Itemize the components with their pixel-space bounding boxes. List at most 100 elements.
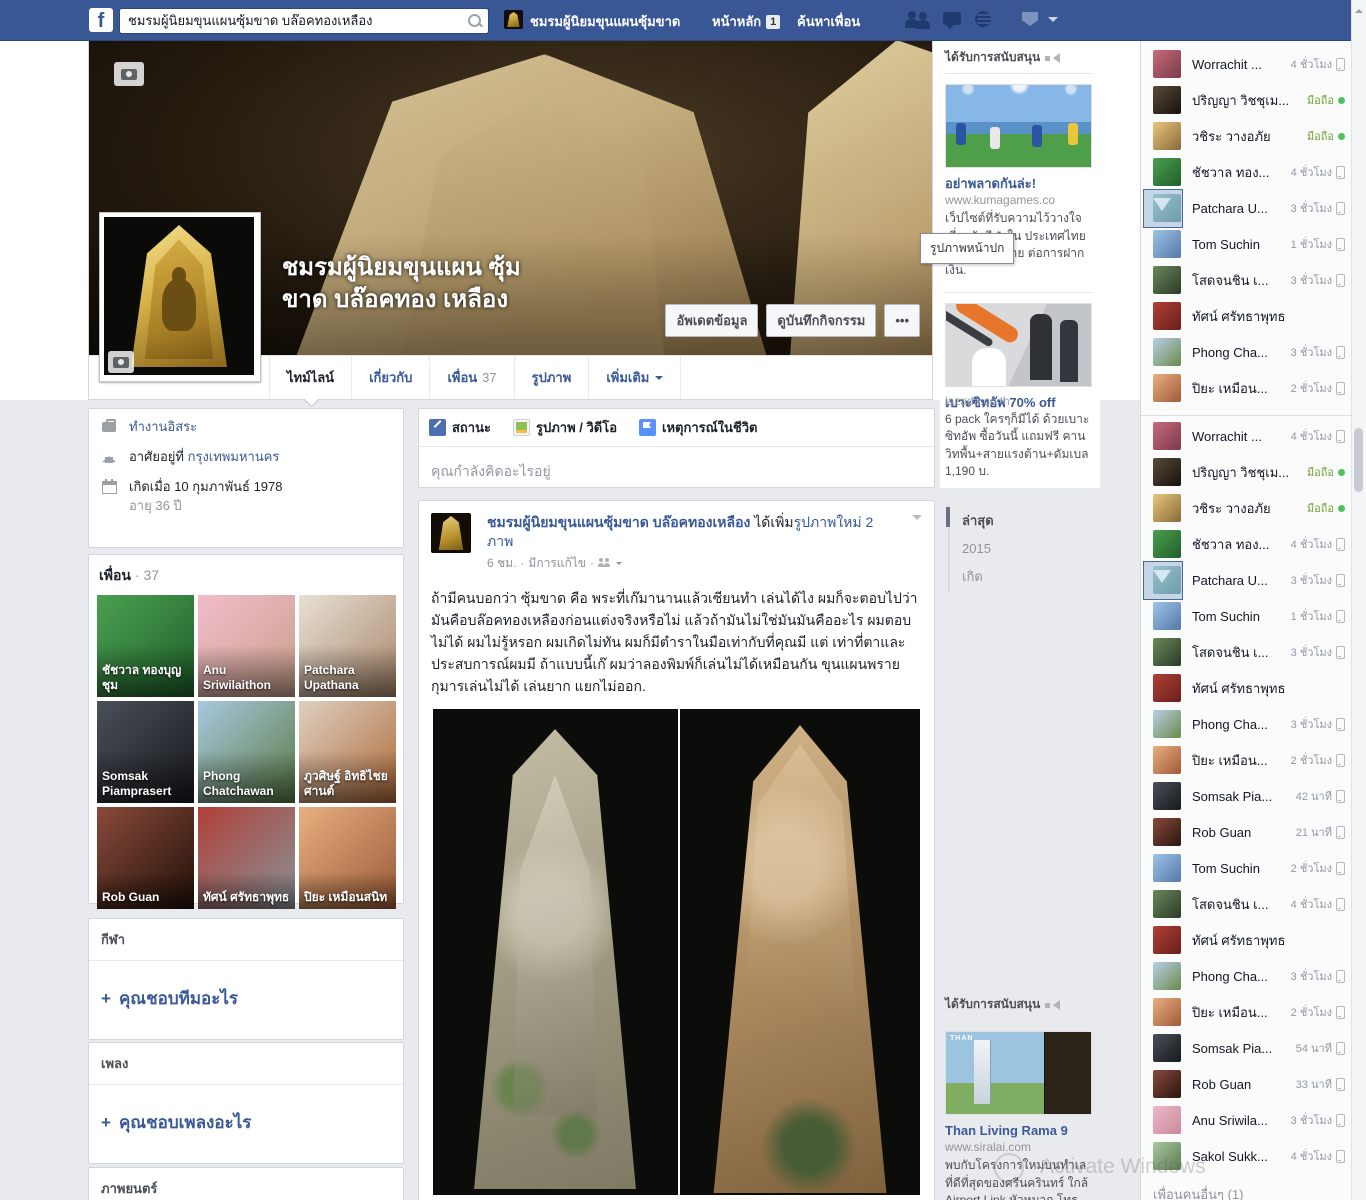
chat-row[interactable]: Tom Suchin1 ชั่วโมง — [1141, 226, 1353, 262]
friend-tile[interactable]: ปิยะ เหมือนสนิท — [299, 807, 396, 909]
avatar — [1153, 746, 1181, 774]
tab-ไทม์ไลน์[interactable]: ไทม์ไลน์ — [269, 356, 352, 399]
chat-row[interactable]: ชัชวาล ทอง...4 ชั่วโมง — [1141, 154, 1353, 190]
chat-row[interactable]: ปิยะ เหมือน...2 ชั่วโมง — [1141, 370, 1353, 406]
ad-image-condo[interactable]: THAN — [945, 1031, 1092, 1115]
status-input[interactable]: คุณกำลังคิดอะไรอยู่ — [419, 447, 934, 497]
friend-name: Somsak Piamprasert — [97, 751, 194, 803]
friend-tile[interactable]: Somsak Piamprasert — [97, 701, 194, 803]
settings-caret-icon[interactable] — [1048, 17, 1058, 27]
composer-tab-pencil[interactable]: สถานะ — [429, 417, 491, 438]
tab-รูปภาพ[interactable]: รูปภาพ — [515, 356, 590, 399]
mobile-phone-icon — [1336, 166, 1345, 179]
post-photo-2[interactable] — [680, 709, 920, 1195]
composer-tab-photo[interactable]: รูปภาพ / วิดีโอ — [513, 417, 617, 438]
find-friends-link[interactable]: ค้นหาเพื่อน — [797, 11, 860, 32]
friend-tile[interactable]: ภูวศิษฐ์ อิทธิไชยศานต์ — [299, 701, 396, 803]
chat-row[interactable]: โสดจนชิน เ...3 ชั่วโมง — [1141, 634, 1353, 670]
chat-row[interactable]: Tom Suchin2 ชั่วโมง — [1141, 850, 1353, 886]
intro-row: ทำงานอิสระ — [101, 419, 391, 436]
ad-lazada[interactable]: เบาะซิทอัพ 70% off lazada.co.th 6 pack ใ… — [945, 303, 1093, 481]
chat-row[interactable]: โสดจนชิน เ...3 ชั่วโมง — [1141, 262, 1353, 298]
add-music-link[interactable]: +คุณชอบเพลงอะไร — [89, 1085, 403, 1160]
chat-row[interactable]: Tom Suchin1 ชั่วโมง — [1141, 598, 1353, 634]
chat-row[interactable]: Rob Guan21 นาที — [1141, 814, 1353, 850]
timeline-nav-2015[interactable]: 2015 — [950, 536, 1070, 561]
home-link[interactable]: หน้าหลัก1 — [712, 11, 780, 32]
ad-title-link[interactable]: Than Living Rama 9 — [945, 1123, 1095, 1139]
chat-row[interactable]: Phong Cha...3 ชั่วโมง — [1141, 334, 1353, 370]
chat-row[interactable]: ปิยะ เหมือน...2 ชั่วโมง — [1141, 994, 1353, 1030]
tab-เพิ่มเติม[interactable]: เพิ่มเติม — [589, 356, 681, 399]
composer-tab-flag[interactable]: เหตุการณ์ในชีวิต — [639, 417, 757, 438]
tab-เกี่ยวกับ[interactable]: เกี่ยวกับ — [352, 356, 430, 399]
profile-picture[interactable] — [99, 212, 261, 382]
profile-shortcut-avatar[interactable] — [504, 10, 523, 29]
post-page-name-link[interactable]: ชมรมผู้นิยมขุนแผนซุ้มขาด บล๊อคทองเหลือง — [487, 514, 750, 530]
friend-requests-icon[interactable] — [905, 9, 933, 31]
notifications-globe-icon[interactable] — [973, 9, 1001, 31]
privacy-shortcuts-icon[interactable] — [1022, 12, 1038, 26]
chat-row[interactable]: ปริญญา วิชชุเม...มือถือ — [1141, 454, 1353, 490]
chat-row[interactable]: Phong Cha...3 ชั่วโมง — [1141, 958, 1353, 994]
chat-row[interactable]: Patchara U...3 ชั่วโมง — [1141, 190, 1353, 226]
last-active-time: 3 ชั่วโมง — [1291, 1111, 1345, 1129]
search-box[interactable] — [119, 8, 489, 34]
chat-row[interactable]: ทัศน์ ศรัทธาพุทธ — [1141, 298, 1353, 334]
friend-tile[interactable]: ชัชวาล ทองบุญชุม — [97, 595, 194, 697]
scrollbar-up-arrow-icon[interactable] — [1355, 5, 1363, 13]
intro-link[interactable]: กรุงเทพมหานคร — [188, 449, 280, 464]
ad-than-living[interactable]: THAN Than Living Rama 9 www.siralai.com … — [945, 1031, 1095, 1200]
chat-row[interactable]: วชิระ วางอภัยมือถือ — [1141, 118, 1353, 154]
friend-tile[interactable]: Rob Guan — [97, 807, 194, 909]
window-scrollbar[interactable] — [1351, 0, 1366, 1200]
post-photo-1[interactable] — [433, 709, 678, 1195]
post-menu-chevron-icon[interactable] — [912, 515, 922, 525]
intro-link[interactable]: ทำงานอิสระ — [129, 419, 197, 434]
chat-row[interactable]: ทัศน์ ศรัทธาพุทธ — [1141, 922, 1353, 958]
ad-image-football[interactable] — [945, 84, 1092, 168]
chat-row[interactable]: ทัศน์ ศรัทธาพุทธ — [1141, 670, 1353, 706]
chat-row[interactable]: ชัชวาล ทอง...4 ชั่วโมง — [1141, 526, 1353, 562]
search-icon[interactable] — [468, 14, 481, 27]
tab-เพื่อน[interactable]: เพื่อน37 — [430, 356, 514, 399]
profile-camera-icon[interactable] — [108, 351, 134, 373]
ad-image-fitness[interactable] — [945, 303, 1092, 387]
timeline-nav-เกิด[interactable]: เกิด — [950, 561, 1070, 592]
post-timestamp-link[interactable]: 6 ชม. — [487, 554, 516, 573]
audience-friends-icon[interactable] — [598, 558, 612, 568]
audience-caret-icon[interactable] — [616, 562, 622, 568]
post-avatar[interactable] — [431, 513, 471, 553]
profile-shortcut-link[interactable]: ชมรมผู้นิยมขุนแผนซุ้มขาด — [530, 11, 680, 32]
friend-tile[interactable]: ทัศน์ ศรัทธาพุทธ — [198, 807, 295, 909]
chat-row[interactable]: Somsak Pia...54 นาที — [1141, 1030, 1353, 1066]
chat-row[interactable]: Rob Guan33 นาที — [1141, 1066, 1353, 1102]
more-options-button[interactable]: ••• — [884, 304, 920, 337]
chat-row[interactable]: Worrachit ...4 ชั่วโมง — [1141, 46, 1353, 82]
meta-separator: · — [590, 556, 594, 570]
activity-log-button[interactable]: ดูบันทึกกิจกรรม — [766, 304, 876, 337]
timeline-nav-ล่าสุด[interactable]: ล่าสุด — [950, 505, 1070, 536]
chat-row[interactable]: Sakol Sukk...4 ชั่วโมง — [1141, 1138, 1353, 1174]
cover-camera-icon[interactable] — [114, 62, 144, 86]
add-sports-team-link[interactable]: +คุณชอบทีมอะไร — [89, 961, 403, 1036]
friend-tile[interactable]: Patchara Upathana — [299, 595, 396, 697]
chat-row[interactable]: วชิระ วางอภัยมือถือ — [1141, 490, 1353, 526]
friend-tile[interactable]: Anu Sriwilaithon — [198, 595, 295, 697]
ad-title-link[interactable]: อย่าพลาดกันล่ะ! — [945, 176, 1093, 192]
chat-row[interactable]: Anu Sriwila...3 ชั่วโมง — [1141, 1102, 1353, 1138]
chat-row[interactable]: Somsak Pia...42 นาที — [1141, 778, 1353, 814]
search-input[interactable] — [120, 9, 458, 31]
scrollbar-thumb[interactable] — [1354, 428, 1363, 492]
chat-row[interactable]: ปริญญา วิชชุเม...มือถือ — [1141, 82, 1353, 118]
chat-row[interactable]: Patchara U...3 ชั่วโมง — [1141, 562, 1353, 598]
chat-row[interactable]: Worrachit ...4 ชั่วโมง — [1141, 418, 1353, 454]
messages-icon[interactable] — [941, 9, 969, 31]
facebook-logo[interactable]: f — [89, 8, 113, 32]
music-header: เพลง — [89, 1043, 403, 1085]
friend-tile[interactable]: Phong Chatchawan — [198, 701, 295, 803]
chat-row[interactable]: ปิยะ เหมือน...2 ชั่วโมง — [1141, 742, 1353, 778]
chat-row[interactable]: Phong Cha...3 ชั่วโมง — [1141, 706, 1353, 742]
chat-row[interactable]: โสดจนชิน เ...4 ชั่วโมง — [1141, 886, 1353, 922]
update-info-button[interactable]: อัพเดตข้อมูล — [665, 304, 758, 337]
